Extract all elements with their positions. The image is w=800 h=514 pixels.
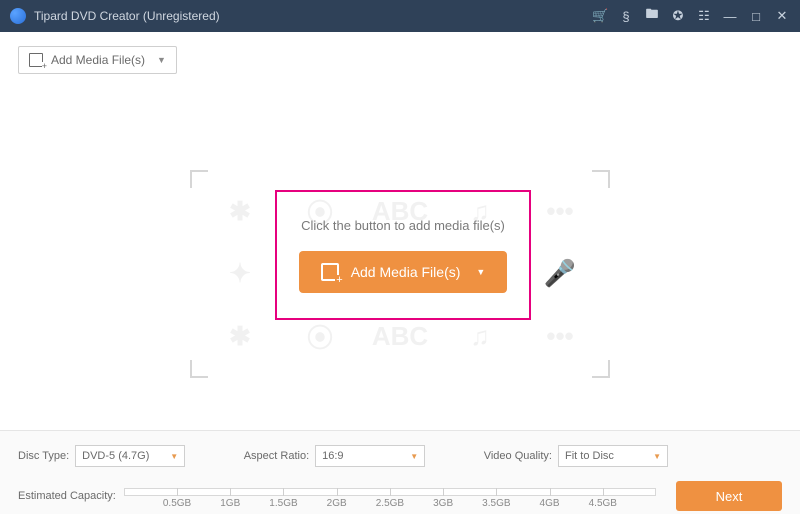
video-quality-select[interactable]: Fit to Disc ▼ (558, 445, 668, 467)
add-file-icon (29, 53, 43, 67)
tick-label: 3.5GB (482, 498, 510, 509)
add-media-label: Add Media File(s) (351, 264, 461, 280)
bg-glyph-icon: ••• (546, 321, 573, 352)
key-icon[interactable]: § (618, 9, 634, 24)
tick-label: 1GB (220, 498, 240, 509)
tick-mark (283, 488, 284, 496)
bg-glyph-icon: ✦ (229, 258, 251, 289)
menu-icon[interactable]: ☷ (696, 8, 712, 24)
cart-icon[interactable]: 🛒 (592, 8, 608, 24)
capacity-bar: 0.5GB 1GB 1.5GB 2GB 2.5GB 3GB 3.5GB 4GB 4.5GB (124, 482, 656, 510)
chevron-down-icon: ▼ (157, 55, 166, 65)
tick-label: 1.5GB (269, 498, 297, 509)
window-title: Tipard DVD Creator (Unregistered) (34, 9, 592, 23)
aspect-ratio-label: Aspect Ratio: (244, 450, 309, 462)
tick-label: 4.5GB (589, 498, 617, 509)
folder-icon[interactable]: 🖿 (644, 5, 660, 27)
video-quality-label: Video Quality: (484, 450, 552, 462)
aspect-ratio-select[interactable]: 16:9 ▼ (315, 445, 425, 467)
aspect-ratio-value: 16:9 (322, 450, 343, 462)
bg-glyph-icon: ✱ (229, 321, 251, 352)
bg-glyph-icon: ⦿ (307, 318, 333, 355)
titlebar-actions: 🛒 § 🖿 ✪ ☷ — □ ✕ (592, 5, 790, 27)
add-media-button-small[interactable]: Add Media File(s) ▼ (18, 46, 177, 74)
tick-mark (603, 488, 604, 496)
tick-mark (390, 488, 391, 496)
add-media-prompt: Click the button to add media file(s) (301, 218, 505, 233)
bg-glyph-icon: ♫ (470, 321, 490, 352)
tick-mark (177, 488, 178, 496)
disc-type-select[interactable]: DVD-5 (4.7G) ▼ (75, 445, 185, 467)
tick-label: 0.5GB (163, 498, 191, 509)
tick-label: 2GB (327, 498, 347, 509)
tick-label: 3GB (433, 498, 453, 509)
tick-mark (443, 488, 444, 496)
close-icon[interactable]: ✕ (774, 8, 790, 24)
video-quality-value: Fit to Disc (565, 450, 614, 462)
help-icon[interactable]: ✪ (670, 8, 686, 24)
titlebar: Tipard DVD Creator (Unregistered) 🛒 § 🖿 … (0, 0, 800, 32)
bg-glyph-icon: ✱ (229, 196, 251, 227)
tick-mark (496, 488, 497, 496)
app-logo-icon (10, 8, 26, 24)
tick-label: 4GB (540, 498, 560, 509)
next-button[interactable]: Next (676, 481, 782, 511)
toolbar: Add Media File(s) ▼ (0, 32, 800, 88)
add-media-label: Add Media File(s) (51, 53, 145, 67)
maximize-icon[interactable]: □ (748, 9, 764, 24)
chevron-down-icon: ▼ (410, 452, 418, 461)
tick-mark (550, 488, 551, 496)
add-media-button[interactable]: Add Media File(s) ▼ (299, 251, 508, 293)
tick-mark (230, 488, 231, 496)
chevron-down-icon: ▼ (476, 267, 485, 277)
bg-glyph-icon: ••• (546, 196, 573, 227)
chevron-down-icon: ▼ (653, 452, 661, 461)
minimize-icon[interactable]: — (722, 9, 738, 24)
bottom-bar: Disc Type: DVD-5 (4.7G) ▼ Aspect Ratio: … (0, 430, 800, 514)
capacity-label: Estimated Capacity: (18, 490, 116, 502)
chevron-down-icon: ▼ (170, 452, 178, 461)
bg-glyph-icon: ABC (372, 321, 428, 352)
disc-type-label: Disc Type: (18, 450, 69, 462)
add-file-icon (321, 263, 339, 281)
center-panel: Click the button to add media file(s) Ad… (275, 190, 531, 320)
disc-type-value: DVD-5 (4.7G) (82, 450, 149, 462)
tick-mark (337, 488, 338, 496)
tick-label: 2.5GB (376, 498, 404, 509)
bg-glyph-icon: 🎤 (544, 258, 576, 289)
